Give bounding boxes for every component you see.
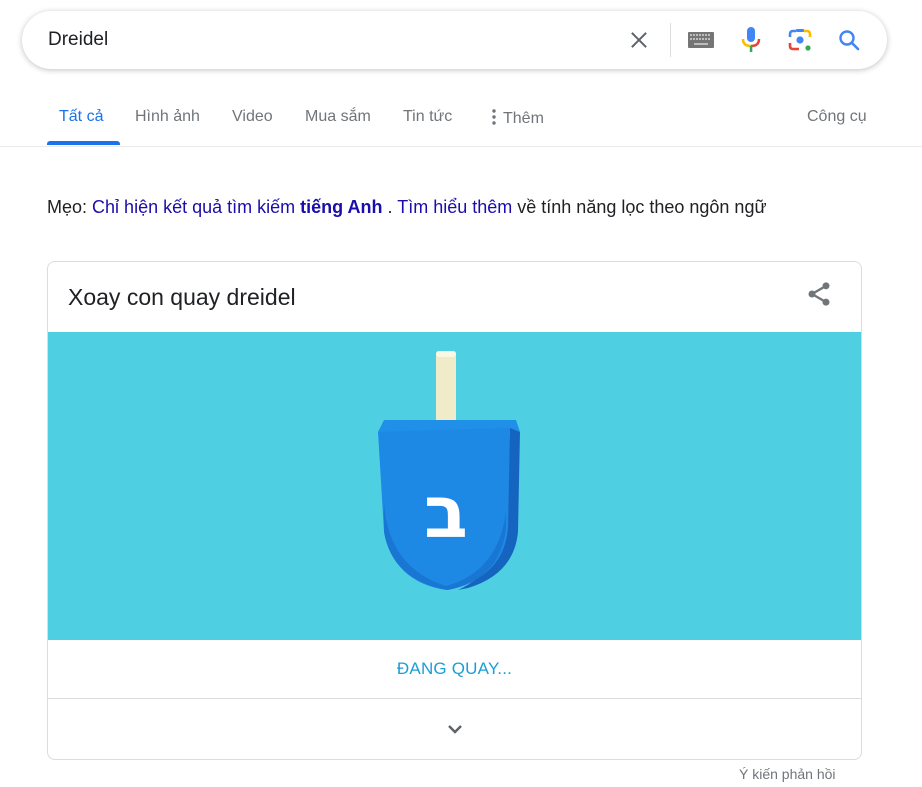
dreidel-handle-top [436, 351, 456, 357]
learn-more-link[interactable]: Tìm hiểu thêm [397, 197, 512, 217]
active-tab-indicator [47, 141, 120, 145]
search-divider [670, 23, 671, 57]
tab-shopping[interactable]: Mua sắm [305, 108, 371, 126]
tab-video[interactable]: Video [232, 108, 273, 126]
language-tip: Mẹo: Chỉ hiện kết quả tìm kiếm tiếng Anh… [47, 197, 767, 218]
english-only-link[interactable]: Chỉ hiện kết quả tìm kiếm tiếng Anh [92, 197, 382, 217]
keyboard-icon [688, 32, 714, 48]
dreidel-handle [436, 351, 456, 423]
expand-button[interactable] [48, 699, 861, 759]
dreidel-letter: ב [424, 470, 468, 554]
search-input[interactable] [48, 27, 608, 53]
voice-search-button[interactable] [735, 24, 767, 56]
tip-separator: . [387, 197, 393, 217]
search-button[interactable] [833, 24, 865, 56]
chevron-down-icon [447, 725, 462, 734]
keyboard-button[interactable] [685, 24, 717, 56]
tab-images[interactable]: Hình ảnh [135, 108, 200, 126]
share-icon [808, 282, 830, 306]
dreidel-graphic: ב [378, 351, 520, 590]
tab-all[interactable]: Tất cả [59, 108, 103, 126]
share-button[interactable] [805, 280, 833, 308]
dreidel-stage[interactable]: ב [48, 332, 861, 640]
feedback-link[interactable]: Ý kiến phản hồi [739, 766, 836, 782]
tab-more-label: Thêm [503, 110, 544, 127]
more-vert-icon [492, 109, 496, 125]
english-only-link-bold: tiếng Anh [300, 197, 383, 217]
clear-icon [631, 32, 647, 48]
tab-more[interactable]: Thêm [489, 108, 544, 128]
card-title: Xoay con quay dreidel [68, 284, 296, 310]
tip-prefix: Mẹo: [47, 197, 88, 217]
tools-button[interactable]: Công cụ [807, 108, 867, 126]
clear-button[interactable] [623, 24, 655, 56]
spin-status: ĐANG QUAY... [48, 640, 861, 699]
google-lens-icon [788, 29, 812, 51]
tab-news[interactable]: Tin tức [403, 108, 452, 126]
dreidel-card: Xoay con quay dreidel ב ĐANG QUAY... [47, 261, 862, 760]
google-lens-button[interactable] [784, 24, 816, 56]
english-only-link-text: Chỉ hiện kết quả tìm kiếm [92, 197, 296, 217]
search-icon [839, 30, 860, 51]
search-bar [22, 11, 887, 69]
microphone-icon [741, 27, 761, 52]
search-tabs: Tất cả Hình ảnh Video Mua sắm Tin tức Th… [0, 96, 922, 147]
tip-suffix: về tính năng lọc theo ngôn ngữ [517, 197, 767, 217]
